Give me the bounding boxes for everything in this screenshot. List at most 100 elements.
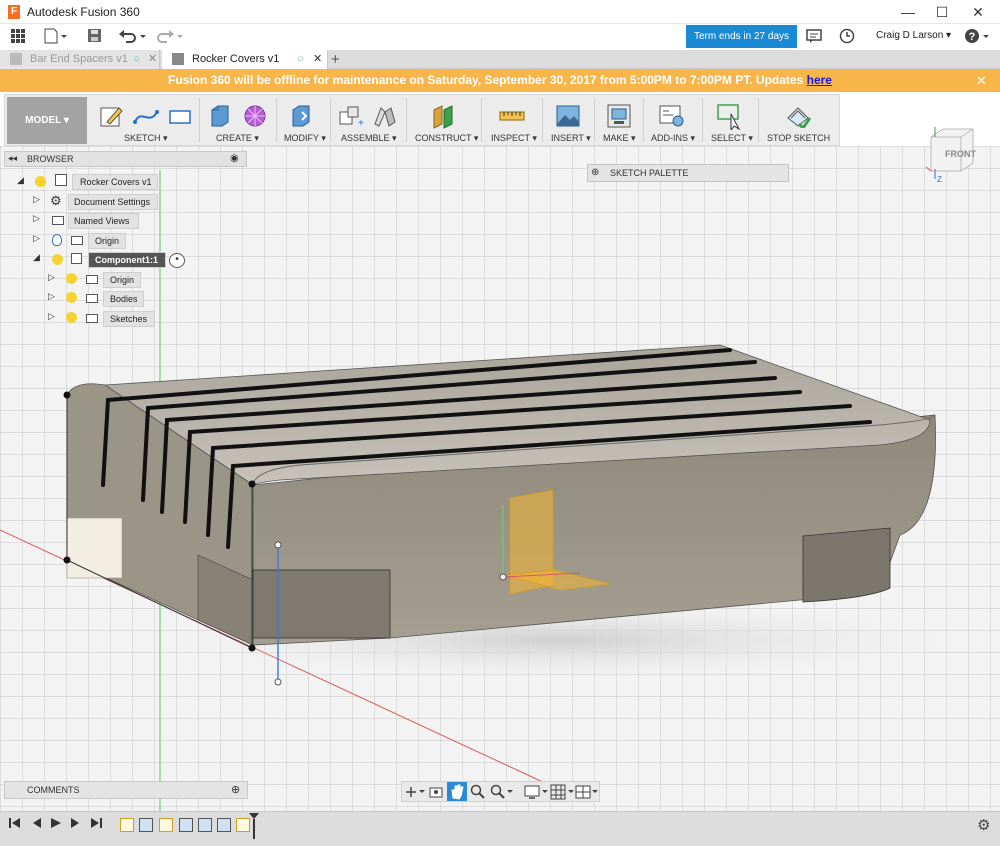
timeline-go-to-start-icon[interactable]: [8, 816, 22, 833]
insert-image-icon[interactable]: [556, 104, 580, 127]
visibility-bulb-icon[interactable]: [35, 176, 46, 187]
timeline-fillet-feature[interactable]: [179, 818, 193, 832]
tree-expand-icon[interactable]: ▷: [48, 272, 58, 283]
press-pull-icon[interactable]: [289, 104, 311, 127]
tree-expand-icon[interactable]: ▷: [48, 311, 58, 322]
data-panel-grid-icon[interactable]: [10, 28, 26, 46]
timeline-sketch-feature[interactable]: [159, 818, 173, 832]
axis-endpoint: [274, 678, 282, 686]
document-icon: [172, 53, 184, 65]
insert-menu[interactable]: INSERT ▾: [551, 133, 591, 144]
sketch-palette-panel[interactable]: SKETCH PALETTE: [587, 164, 789, 182]
3d-print-icon[interactable]: [607, 104, 631, 128]
add-comment-icon[interactable]: ⊕: [231, 783, 240, 796]
banner-text: Fusion 360 will be offline for maintenan…: [168, 73, 807, 87]
joint-icon[interactable]: [372, 104, 396, 127]
select-icon[interactable]: [717, 104, 741, 132]
new-component-icon[interactable]: +: [338, 104, 364, 129]
job-status-clock-icon[interactable]: [839, 28, 855, 46]
close-button[interactable]: ✕: [958, 0, 998, 24]
orbit-icon[interactable]: [404, 784, 426, 803]
file-menu-icon[interactable]: [44, 28, 68, 46]
title-bar: [0, 0, 1000, 24]
separator: [199, 98, 200, 142]
timeline-marker[interactable]: [249, 813, 259, 839]
timeline-step-forward-icon[interactable]: [69, 816, 83, 833]
make-menu[interactable]: MAKE ▾: [603, 133, 636, 144]
tree-item-label: Document Settings: [74, 197, 151, 207]
separator: [276, 98, 277, 142]
rectangle-icon[interactable]: [168, 104, 191, 126]
tab-close-icon[interactable]: ✕: [313, 50, 322, 69]
tree-expand-icon[interactable]: ▷: [48, 291, 58, 302]
zoom-window-icon[interactable]: [490, 784, 516, 803]
create-sketch-icon[interactable]: [99, 104, 123, 127]
visibility-bulb-icon[interactable]: [66, 273, 77, 284]
display-settings-icon[interactable]: [524, 784, 550, 803]
separator: [330, 98, 331, 142]
tab-close-icon[interactable]: ✕: [148, 50, 157, 69]
banner-close-icon[interactable]: ✕: [976, 69, 987, 92]
timeline-sketch-feature[interactable]: [236, 818, 250, 832]
timeline-sketch-feature[interactable]: [120, 818, 134, 832]
visibility-bulb-off-icon[interactable]: [52, 234, 62, 246]
tree-expand-icon[interactable]: ▷: [33, 213, 43, 224]
timeline-extrude-feature[interactable]: [139, 818, 153, 832]
sketch-menu[interactable]: SKETCH ▾: [124, 133, 168, 144]
add-ins-menu[interactable]: ADD-INS ▾: [651, 133, 695, 144]
timeline-step-back-icon[interactable]: [29, 816, 43, 833]
stop-sketch-button[interactable]: STOP SKETCH: [767, 133, 830, 143]
spline-icon[interactable]: [133, 104, 159, 126]
stop-sketch-icon[interactable]: [785, 104, 812, 131]
maximize-button[interactable]: ☐: [922, 0, 962, 24]
create-form-icon[interactable]: [243, 104, 266, 127]
modify-menu[interactable]: MODIFY ▾: [284, 133, 326, 144]
timeline-play-icon[interactable]: [49, 816, 63, 833]
visibility-bulb-icon[interactable]: [66, 312, 77, 323]
user-account-menu[interactable]: Craig D Larson ▾: [876, 30, 951, 41]
save-icon[interactable]: [87, 28, 103, 46]
term-ends-button[interactable]: Term ends in 27 days: [686, 25, 797, 48]
viewports-icon[interactable]: [575, 784, 601, 803]
new-tab-plus-icon[interactable]: +: [331, 50, 340, 69]
assemble-menu[interactable]: ASSEMBLE ▾: [341, 133, 397, 144]
tree-expand-icon[interactable]: ▷: [33, 194, 43, 205]
activate-component-radio[interactable]: •: [169, 253, 185, 268]
comments-panel[interactable]: COMMENTS: [4, 781, 248, 799]
redo-icon[interactable]: [155, 28, 185, 46]
extrude-icon[interactable]: [208, 104, 230, 127]
collapse-panel-icon[interactable]: ◂◂: [8, 153, 17, 164]
3d-canvas[interactable]: [0, 146, 1000, 811]
grid-snaps-icon[interactable]: [550, 784, 576, 803]
timeline-extrude-feature[interactable]: [198, 818, 212, 832]
workspace-switcher[interactable]: MODEL ▾: [7, 97, 87, 144]
help-icon[interactable]: ?: [964, 28, 992, 46]
view-cube[interactable]: FRONT Z: [925, 123, 976, 184]
tree-expand-icon[interactable]: ◢: [33, 252, 43, 263]
select-menu[interactable]: SELECT ▾: [711, 133, 753, 144]
pan-hand-icon[interactable]: [447, 782, 467, 801]
tree-root-label: Rocker Covers v1: [80, 177, 152, 187]
expand-palette-icon[interactable]: ⊕: [591, 167, 599, 178]
comments-label: COMMENTS: [27, 785, 80, 795]
banner-link[interactable]: here: [807, 73, 832, 87]
visibility-bulb-icon[interactable]: [66, 292, 77, 303]
offset-plane-icon[interactable]: [431, 104, 453, 129]
create-menu[interactable]: CREATE ▾: [216, 133, 259, 144]
inspect-menu[interactable]: INSPECT ▾: [491, 133, 537, 144]
timeline-settings-gear-icon[interactable]: ⚙: [977, 816, 990, 834]
tree-expand-icon[interactable]: ▷: [33, 233, 43, 244]
zoom-icon[interactable]: [470, 784, 486, 803]
browser-panel-header[interactable]: BROWSER: [4, 151, 247, 167]
timeline-fillet-feature[interactable]: [217, 818, 231, 832]
tree-expand-icon[interactable]: ◢: [17, 175, 27, 186]
timeline-go-to-end-icon[interactable]: [89, 816, 103, 833]
notifications-icon[interactable]: [806, 28, 822, 46]
look-at-icon[interactable]: [428, 784, 444, 803]
visibility-bulb-icon[interactable]: [52, 254, 63, 265]
measure-icon[interactable]: [499, 104, 525, 126]
undo-icon[interactable]: [118, 28, 148, 46]
panel-pin-icon[interactable]: ◉: [230, 153, 239, 164]
construct-menu[interactable]: CONSTRUCT ▾: [415, 133, 478, 144]
scripts-addins-icon[interactable]: [659, 104, 684, 127]
